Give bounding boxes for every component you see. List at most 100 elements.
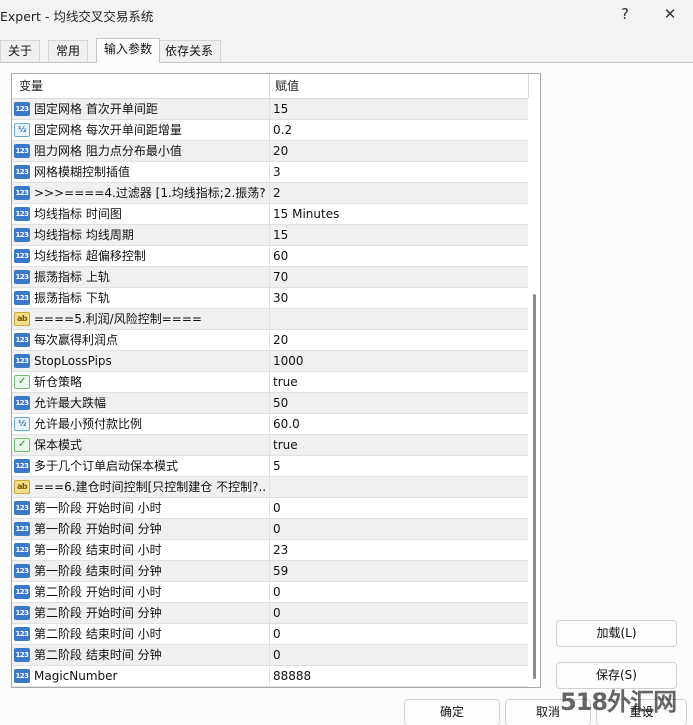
- param-name: 均线指标 均线周期: [34, 228, 134, 242]
- integer-type-icon: 123: [14, 648, 30, 662]
- cell-divider: [269, 645, 270, 665]
- param-row[interactable]: 123 第二阶段 结束时间 小时 0: [12, 624, 528, 645]
- integer-type-icon: 123: [14, 249, 30, 263]
- param-row[interactable]: 123 均线指标 时间图 15 Minutes: [12, 204, 528, 225]
- param-value[interactable]: 0: [273, 498, 523, 518]
- param-value[interactable]: 1000: [273, 351, 523, 371]
- param-row[interactable]: 123 第一阶段 结束时间 分钟 59: [12, 561, 528, 582]
- column-header-variable[interactable]: 变量: [14, 74, 43, 98]
- param-row[interactable]: 123 MagicNumber 88888: [12, 666, 528, 687]
- param-value[interactable]: 0: [273, 519, 523, 539]
- integer-type-icon: 123: [14, 165, 30, 179]
- param-name: 斩仓策略: [34, 375, 83, 389]
- param-row[interactable]: ½ 允许最小预付款比例 60.0: [12, 414, 528, 435]
- param-row[interactable]: 123 第一阶段 结束时间 小时 23: [12, 540, 528, 561]
- cell-divider: [269, 99, 270, 119]
- boolean-type-icon: ✓: [14, 375, 30, 389]
- param-name: 第一阶段 开始时间 分钟: [34, 522, 162, 536]
- integer-type-icon: 123: [14, 270, 30, 284]
- param-value[interactable]: 20: [273, 330, 523, 350]
- param-name: 阻力网格 阻力点分布最小值: [34, 144, 182, 158]
- param-value[interactable]: 88888: [273, 666, 523, 686]
- param-value[interactable]: 0: [273, 624, 523, 644]
- param-row[interactable]: 123 振荡指标 下轨 30: [12, 288, 528, 309]
- param-value[interactable]: [273, 477, 523, 497]
- param-row[interactable]: ✓ 保本模式 true: [12, 435, 528, 456]
- param-name: 固定网格 每次开单间距增量: [34, 123, 182, 137]
- param-value[interactable]: 0: [273, 603, 523, 623]
- param-row[interactable]: 123 第一阶段 开始时间 小时 0: [12, 498, 528, 519]
- param-row[interactable]: ½ 固定网格 每次开单间距增量 0.2: [12, 120, 528, 141]
- param-row[interactable]: 123 >>>====4.过滤器 [1.均线指标;2.振荡?.. 2: [12, 183, 528, 204]
- param-value[interactable]: 20: [273, 141, 523, 161]
- param-row[interactable]: ab ===6.建仓时间控制[只控制建仓 不控制?..: [12, 477, 528, 498]
- scrollbar-thumb[interactable]: [533, 294, 536, 679]
- param-row[interactable]: 123 StopLossPips 1000: [12, 351, 528, 372]
- tab-inputs[interactable]: 输入参数: [96, 38, 161, 63]
- param-value[interactable]: 0: [273, 645, 523, 665]
- load-button[interactable]: 加载(L): [556, 620, 677, 647]
- param-value[interactable]: 60: [273, 246, 523, 266]
- cell-divider: [269, 141, 270, 161]
- param-row[interactable]: ✓ 斩仓策略 true: [12, 372, 528, 393]
- cell-divider: [269, 603, 270, 623]
- close-button[interactable]: ✕: [647, 0, 693, 30]
- param-name: 允许最小预付款比例: [34, 417, 143, 431]
- param-value[interactable]: 0.2: [273, 120, 523, 140]
- param-value[interactable]: 60.0: [273, 414, 523, 434]
- param-row[interactable]: 123 网格模糊控制插值 3: [12, 162, 528, 183]
- param-value[interactable]: 3: [273, 162, 523, 182]
- param-value[interactable]: 50: [273, 393, 523, 413]
- integer-type-icon: 123: [14, 354, 30, 368]
- param-value[interactable]: 0: [273, 582, 523, 602]
- param-name: 固定网格 首次开单间距: [34, 102, 158, 116]
- param-name: 第二阶段 结束时间 小时: [34, 627, 162, 641]
- cell-divider: [269, 561, 270, 581]
- param-row[interactable]: 123 每次赢得利润点 20: [12, 330, 528, 351]
- double-type-icon: ½: [14, 123, 30, 137]
- param-value[interactable]: 70: [273, 267, 523, 287]
- inputs-grid[interactable]: 变量 赋值 123 固定网格 首次开单间距 15 ½ 固定网格 每次开单间距增量 0.2 1…: [11, 73, 541, 688]
- param-name: 第二阶段 开始时间 分钟: [34, 606, 162, 620]
- param-row[interactable]: 123 阻力网格 阻力点分布最小值 20: [12, 141, 528, 162]
- param-value[interactable]: 5: [273, 456, 523, 476]
- string-type-icon: ab: [14, 312, 30, 326]
- param-value[interactable]: 23: [273, 540, 523, 560]
- string-type-icon: ab: [14, 480, 30, 494]
- cell-divider: [269, 435, 270, 455]
- param-row[interactable]: 123 均线指标 超偏移控制 60: [12, 246, 528, 267]
- tab-common[interactable]: 常用: [48, 40, 89, 62]
- param-row[interactable]: 123 第二阶段 结束时间 分钟 0: [12, 645, 528, 666]
- column-header-value[interactable]: 赋值: [270, 74, 299, 98]
- param-row[interactable]: 123 固定网格 首次开单间距 15: [12, 99, 528, 120]
- param-value[interactable]: [273, 309, 523, 329]
- param-row[interactable]: 123 均线指标 均线周期 15: [12, 225, 528, 246]
- ok-button[interactable]: 确定: [404, 699, 500, 725]
- cell-divider: [269, 225, 270, 245]
- grid-rows: 123 固定网格 首次开单间距 15 ½ 固定网格 每次开单间距增量 0.2 123 阻力网格…: [12, 99, 528, 687]
- tab-dependencies[interactable]: 依存关系: [157, 40, 222, 62]
- tab-about[interactable]: 关于: [0, 40, 41, 62]
- param-value[interactable]: 2: [273, 183, 523, 203]
- param-row[interactable]: 123 允许最大跌幅 50: [12, 393, 528, 414]
- param-row[interactable]: 123 第一阶段 开始时间 分钟 0: [12, 519, 528, 540]
- param-name: 每次赢得利润点: [34, 333, 119, 347]
- param-value[interactable]: 15: [273, 99, 523, 119]
- param-row[interactable]: 123 第二阶段 开始时间 分钟 0: [12, 603, 528, 624]
- param-row[interactable]: 123 振荡指标 上轨 70: [12, 267, 528, 288]
- cell-divider: [269, 267, 270, 287]
- param-row[interactable]: ab ====5.利润/风险控制====: [12, 309, 528, 330]
- param-value[interactable]: 59: [273, 561, 523, 581]
- param-name: ====5.利润/风险控制====: [34, 312, 202, 326]
- help-button[interactable]: ?: [602, 0, 648, 30]
- param-row[interactable]: 123 第二阶段 开始时间 小时 0: [12, 582, 528, 603]
- param-row[interactable]: 123 多于几个订单启动保本模式 5: [12, 456, 528, 477]
- param-value[interactable]: 30: [273, 288, 523, 308]
- param-value[interactable]: 15 Minutes: [273, 204, 523, 224]
- vertical-scrollbar[interactable]: [530, 99, 540, 687]
- param-value[interactable]: 15: [273, 225, 523, 245]
- param-value[interactable]: true: [273, 372, 523, 392]
- param-value[interactable]: true: [273, 435, 523, 455]
- cell-divider: [269, 204, 270, 224]
- param-name: ===6.建仓时间控制[只控制建仓 不控制?..: [34, 480, 266, 494]
